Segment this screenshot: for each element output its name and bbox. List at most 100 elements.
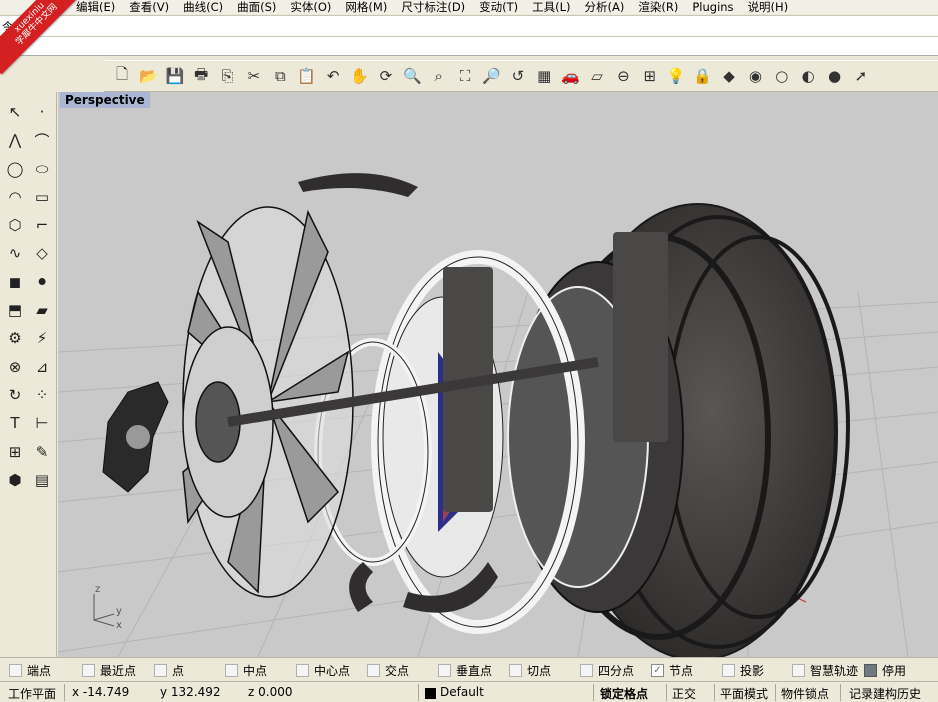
snap-checkbox[interactable] bbox=[580, 664, 593, 677]
viewport-title[interactable]: Perspective bbox=[60, 92, 150, 108]
grid-snap-toggle[interactable]: 锁定格点 bbox=[600, 685, 648, 702]
tire-model[interactable] bbox=[507, 203, 850, 657]
surface-patch-icon[interactable]: ▰ bbox=[29, 298, 55, 322]
menu-analyze[interactable]: 分析(A) bbox=[585, 0, 625, 14]
color-icon[interactable]: ◉ bbox=[743, 64, 767, 88]
arc-icon[interactable]: ◠ bbox=[2, 185, 28, 209]
box-icon[interactable]: ◼ bbox=[2, 270, 28, 294]
viewport-canvas[interactable]: z y x bbox=[58, 92, 938, 657]
block-icon[interactable]: ⬢ bbox=[2, 468, 28, 492]
snap-checkbox[interactable] bbox=[438, 664, 451, 677]
extrude-icon[interactable]: ⬒ bbox=[2, 298, 28, 322]
perspective-viewport[interactable]: z y x Perspective bbox=[58, 92, 938, 657]
polygon-icon[interactable]: ⬡ bbox=[2, 213, 28, 237]
lock-icon[interactable]: 🔒 bbox=[691, 64, 715, 88]
shot-icon[interactable]: ➚ bbox=[849, 64, 873, 88]
planar-toggle[interactable]: 平面模式 bbox=[720, 685, 768, 702]
group-icon[interactable]: ⊞ bbox=[2, 440, 28, 464]
curve-icon[interactable]: ⌒ bbox=[29, 128, 55, 152]
pan-icon[interactable]: ✋ bbox=[348, 64, 372, 88]
hub-plate[interactable] bbox=[102, 381, 169, 493]
ortho-toggle[interactable]: 正交 bbox=[672, 685, 696, 702]
polyline-icon[interactable]: ⋀ bbox=[2, 128, 28, 152]
menu-transform[interactable]: 变动(T) bbox=[479, 0, 518, 14]
fillet-icon[interactable]: ⌐ bbox=[29, 213, 55, 237]
snap-option[interactable]: 切点 bbox=[509, 662, 551, 679]
snap-checkbox[interactable] bbox=[296, 664, 309, 677]
cut-icon[interactable]: ✂ bbox=[242, 64, 266, 88]
snap-option[interactable]: 交点 bbox=[367, 662, 409, 679]
gear-icon[interactable]: ⚙ bbox=[2, 326, 28, 350]
snap-option[interactable]: 中心点 bbox=[296, 662, 350, 679]
menu-mesh[interactable]: 网格(M) bbox=[345, 0, 387, 14]
shaded-sphere-icon[interactable]: ◐ bbox=[796, 64, 820, 88]
snap-option[interactable]: 端点 bbox=[9, 662, 51, 679]
plane-icon[interactable]: ▱ bbox=[585, 64, 609, 88]
edit-icon[interactable]: ✎ bbox=[29, 440, 55, 464]
layer-icon[interactable]: ◆ bbox=[717, 64, 741, 88]
snap-option[interactable]: 四分点 bbox=[580, 662, 634, 679]
zoom-extents-icon[interactable]: ⛶ bbox=[453, 64, 477, 88]
solid-sphere-icon[interactable]: ⚫ bbox=[29, 270, 55, 294]
revolve-icon[interactable]: ↻ bbox=[2, 383, 28, 407]
open-icon[interactable]: 📂 bbox=[136, 64, 160, 88]
menu-tools[interactable]: 工具(L) bbox=[532, 0, 570, 14]
snap-checkbox[interactable] bbox=[367, 664, 380, 677]
undo-icon[interactable]: ↶ bbox=[321, 64, 345, 88]
zoom-selected-icon[interactable]: 🔎 bbox=[479, 64, 503, 88]
rectangle-icon[interactable]: ▭ bbox=[29, 185, 55, 209]
object-snap-icon[interactable]: ⊞ bbox=[638, 64, 662, 88]
snap-option[interactable]: 停用 bbox=[864, 662, 906, 679]
snap-checkbox[interactable] bbox=[82, 664, 95, 677]
circle-icon[interactable]: ◯ bbox=[2, 157, 28, 181]
snap-option[interactable]: 最近点 bbox=[82, 662, 136, 679]
history-toggle[interactable]: 记录建构历史 bbox=[849, 685, 921, 702]
surface-icon[interactable]: ◇ bbox=[29, 241, 55, 265]
snap-checkbox[interactable] bbox=[722, 664, 735, 677]
menu-curve[interactable]: 曲线(C) bbox=[183, 0, 223, 14]
command-line[interactable]: 令: bbox=[0, 37, 938, 56]
undo-view-icon[interactable]: ↺ bbox=[506, 64, 530, 88]
mirror-icon[interactable]: ⊿ bbox=[29, 355, 55, 379]
ellipse-icon[interactable]: ⬭ bbox=[29, 157, 55, 181]
menu-help[interactable]: 说明(H) bbox=[748, 0, 789, 14]
zoom-icon[interactable]: 🔍 bbox=[400, 64, 424, 88]
text-icon[interactable]: T bbox=[2, 411, 28, 435]
rendered-sphere-icon[interactable]: ● bbox=[823, 64, 847, 88]
menu-dimension[interactable]: 尺寸标注(D) bbox=[401, 0, 465, 14]
copy-icon[interactable]: ⧉ bbox=[268, 64, 292, 88]
points-on-icon[interactable]: ⁘ bbox=[29, 383, 55, 407]
menu-plugins[interactable]: Plugins bbox=[692, 0, 733, 14]
menu-surface[interactable]: 曲面(S) bbox=[237, 0, 276, 14]
snap-checkbox[interactable] bbox=[154, 664, 167, 677]
lightning-icon[interactable]: ⚡ bbox=[29, 326, 55, 350]
save-icon[interactable]: 💾 bbox=[163, 64, 187, 88]
cplane-icon[interactable]: ⊖ bbox=[611, 64, 635, 88]
snap-checkbox[interactable] bbox=[792, 664, 805, 677]
viewport-layout-icon[interactable]: ▦ bbox=[532, 64, 556, 88]
boolean-icon[interactable]: ⊗ bbox=[2, 355, 28, 379]
select-icon[interactable]: ↖ bbox=[2, 100, 28, 124]
control-curve-icon[interactable]: ∿ bbox=[2, 241, 28, 265]
rotate-view-icon[interactable]: ⟳ bbox=[374, 64, 398, 88]
new-icon[interactable]: 🗋 bbox=[110, 64, 134, 88]
snap-option[interactable]: 智慧轨迹 bbox=[792, 662, 858, 679]
osnap-toggle[interactable]: 物件锁点 bbox=[781, 685, 829, 702]
menu-view[interactable]: 查看(V) bbox=[129, 0, 169, 14]
snap-option[interactable]: 投影 bbox=[722, 662, 764, 679]
car-icon[interactable]: 🚗 bbox=[559, 64, 583, 88]
print-icon[interactable]: 🖶 bbox=[189, 64, 213, 88]
dimension-icon[interactable]: ⊢ bbox=[29, 411, 55, 435]
snap-checkbox[interactable] bbox=[225, 664, 238, 677]
import-icon[interactable]: ⎘ bbox=[216, 64, 240, 88]
snap-option[interactable]: 垂直点 bbox=[438, 662, 492, 679]
menu-solid[interactable]: 实体(O) bbox=[290, 0, 331, 14]
zoom-window-icon[interactable]: ⌕ bbox=[427, 64, 451, 88]
snap-checkbox[interactable] bbox=[864, 664, 877, 677]
light-icon[interactable]: 💡 bbox=[664, 64, 688, 88]
menu-edit[interactable]: 编辑(E) bbox=[76, 0, 115, 14]
menu-render[interactable]: 渲染(R) bbox=[638, 0, 678, 14]
snap-option[interactable]: 中点 bbox=[225, 662, 267, 679]
mesh-icon[interactable]: ▤ bbox=[29, 468, 55, 492]
status-layer[interactable]: Default bbox=[440, 685, 484, 699]
